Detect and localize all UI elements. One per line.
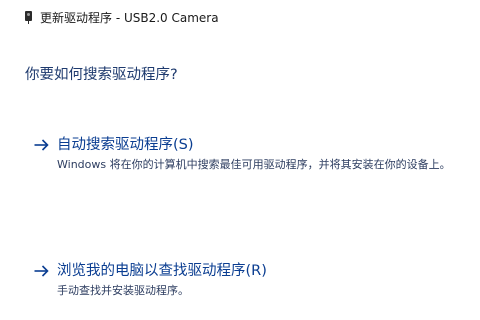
page-heading: 你要如何搜索驱动程序? [25, 67, 178, 83]
browse-computer-description: 手动查找并安装驱动程序。 [57, 284, 189, 297]
window-title: 更新驱动程序 - USB2.0 Camera [40, 11, 219, 25]
camera-device-icon [25, 11, 32, 24]
arrow-right-icon [34, 139, 49, 151]
title-bar: 更新驱动程序 - USB2.0 Camera [0, 8, 480, 28]
browse-computer-link[interactable]: 浏览我的电脑以查找驱动程序(R) [57, 260, 267, 282]
auto-search-link[interactable]: 自动搜索驱动程序(S) [57, 134, 194, 156]
auto-search-description: Windows 将在你的计算机中搜索最佳可用驱动程序，并将其安装在你的设备上。 [57, 158, 451, 171]
arrow-right-icon [34, 265, 49, 277]
update-driver-wizard: 更新驱动程序 - USB2.0 Camera 你要如何搜索驱动程序? 自动搜索驱… [0, 0, 480, 320]
